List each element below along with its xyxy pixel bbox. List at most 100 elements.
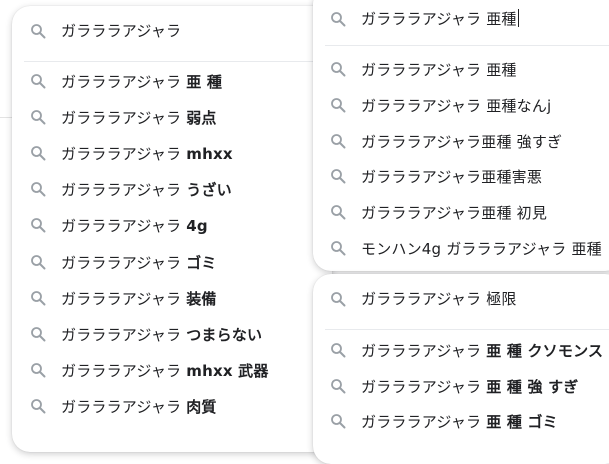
suggestion-item[interactable]: ガラララアジャラ 4g [12,207,332,243]
search-icon [31,110,46,125]
suggestion-item[interactable]: ガラララアジャラ つまらない [12,316,332,352]
suggestion-text: ガラララアジャラ 亜 種 強 すぎ [361,376,579,397]
suggestion-query-part: ガラララアジャラ [61,397,187,416]
suggestion-query-part: ガラララアジャラ [61,253,187,272]
search-icon [31,362,46,378]
search-divider [24,61,320,62]
suggestion-item[interactable]: ガラララアジャラ亜種害悪 [313,158,609,194]
suggestion-item[interactable]: ガラララアジャラ 亜 種 ゴミ [313,403,609,439]
suggestion-item[interactable]: ガラララアジャラ亜種 強すぎ [313,123,609,159]
suggestion-item[interactable]: ガラララアジャラ 亜 種 [12,63,332,99]
suggestion-query-part: ガラララアジャラ [61,325,187,344]
suggestion-completion: 肉質 [186,397,217,416]
suggestion-completion: mhxx 武器 [186,361,269,380]
suggestion-text: ガラララアジャラ亜種 強すぎ [361,131,562,152]
suggestion-text: ガラララアジャラ つまらない [61,324,262,345]
search-input[interactable]: ガラララアジャラ 極限 [361,288,517,309]
suggestion-item[interactable]: ガラララアジャラ 亜種なんj [313,87,609,123]
suggestion-text: ガラララアジャラ亜種害悪 [361,166,542,187]
search-icon [31,146,46,161]
search-icon [31,182,46,197]
suggestion-text: ガラララアジャラ 肉質 [61,396,217,417]
suggestion-query-part: ガラララアジャラ [61,289,187,308]
suggestion-completion: 装備 [186,289,217,308]
suggestion-item[interactable]: ガラララアジャラ ゴミ [12,244,332,280]
suggestion-completion: mhxx [186,145,233,164]
suggestion-query-part: ガラララアジャラ [361,377,487,396]
suggestion-text: ガラララアジャラ 亜 種 ゴミ [361,411,558,432]
search-bar[interactable]: ガラララアジャラ [12,6,332,56]
search-icon [331,378,346,394]
suggestion-completion: 4g [186,217,208,236]
suggestion-item[interactable]: ガラララアジャラ 装備 [12,280,332,316]
suggestion-text: ガラララアジャラ 弱点 [61,107,217,128]
suggestion-query-part: ガラララアジャラ亜種 初見 [361,204,548,223]
search-icon [331,205,346,220]
suggestion-text: ガラララアジャラ mhxx [61,143,233,164]
search-icon [331,62,346,77]
suggestion-completion: ゴミ [186,253,217,272]
search-icon [331,414,346,429]
suggestion-text: ガラララアジャラ mhxx 武器 [61,360,269,381]
search-icon [331,343,346,358]
suggestion-query-part: ガラララアジャラ亜種害悪 [361,168,543,187]
suggestion-query-part: ガラララアジャラ [361,342,487,360]
search-input[interactable]: ガラララアジャラ 亜種 [361,8,519,29]
search-icon [31,24,46,39]
suggestion-query-part: モンハン4g ガラララアジャラ 亜種 [361,240,602,258]
suggestion-completion: 弱点 [186,109,217,128]
suggestion-query-part: ガラララアジャラ [61,361,187,380]
suggestion-text: ガラララアジャラ うざい [61,179,232,200]
suggestion-text: ガラララアジャラ 亜 種 クソモンス [361,340,603,361]
suggestion-text: ガラララアジャラ 亜種なんj [361,95,551,116]
suggestion-item[interactable]: ガラララアジャラ 亜種 [313,51,609,87]
suggestion-item[interactable]: ガラララアジャラ 弱点 [12,99,332,135]
suggestion-query-part: ガラララアジャラ [61,145,187,164]
search-divider [325,329,609,330]
suggestion-item[interactable]: ガラララアジャラ亜種 初見 [313,194,609,230]
suggestion-item[interactable]: ガラララアジャラ 亜 種 クソモンス [313,332,609,368]
suggestion-completion: 亜 種 強 すぎ [486,377,579,396]
search-input[interactable]: ガラララアジャラ [61,20,181,41]
search-divider [325,45,609,46]
suggestion-completion: 亜 種 [186,73,223,91]
search-bar[interactable]: ガラララアジャラ 極限 [313,280,609,320]
search-icon [31,218,46,233]
suggestion-query-part: ガラララアジャラ [61,73,187,91]
suggestion-item[interactable]: ガラララアジャラ うざい [12,171,332,207]
suggestion-completion: つまらない [186,325,263,344]
suggestion-query-part: ガラララアジャラ亜種 強すぎ [361,132,563,151]
suggestion-query-part: ガラララアジャラ [361,413,487,432]
suggestion-query-part: ガラララアジャラ 亜種なんj [361,96,552,115]
suggestion-item[interactable]: ガラララアジャラ 亜 種 強 すぎ [313,368,609,404]
search-icon [331,292,346,307]
suggestion-completion: 亜 種 ゴミ [486,413,558,432]
suggestion-item[interactable]: ガラララアジャラ 肉質 [12,388,332,424]
right-top-autocomplete-panel: ガラララアジャラ 亜種 ガラララアジャラ 亜種ガラララアジャラ 亜種なんj ガララ… [313,0,609,271]
suggestion-text: ガラララアジャラ 装備 [61,288,217,309]
suggestion-text: ガラララアジャラ 亜種 [361,59,517,80]
suggestion-text: ガラララアジャラ ゴミ [61,252,217,273]
text-caret [517,9,519,27]
suggestion-text: ガラララアジャラ 亜 種 [61,71,222,92]
suggestion-completion: うざい [186,181,232,200]
suggestion-text: モンハン4g ガラララアジャラ 亜種 [361,238,602,259]
suggestion-query-part: ガラララアジャラ [61,109,187,128]
search-input-value: ガラララアジャラ 亜種 [361,10,517,28]
search-icon [31,254,46,269]
right-bottom-autocomplete-panel: ガラララアジャラ 極限 ガラララアジャラ 亜 種 クソモンス ガラララアジャラ 亜… [313,274,609,464]
suggestion-item[interactable]: ガラララアジャラ mhxx 武器 [12,352,332,388]
suggestion-text: ガラララアジャラ 4g [61,215,208,236]
suggestion-query-part: ガラララアジャラ [61,181,187,200]
search-icon [331,12,346,27]
suggestion-item[interactable]: ガラララアジャラ mhxx [12,135,332,171]
search-icon [331,133,346,149]
suggestion-text: ガラララアジャラ亜種 初見 [361,202,547,223]
suggestion-completion: 亜 種 クソモンス [486,342,604,360]
search-icon [331,241,346,256]
suggestion-query-part: ガラララアジャラ [61,217,187,236]
search-icon [331,97,346,113]
search-icon [31,290,46,306]
suggestion-item[interactable]: モンハン4g ガラララアジャラ 亜種 [313,230,609,266]
search-bar[interactable]: ガラララアジャラ 亜種 [313,0,609,40]
